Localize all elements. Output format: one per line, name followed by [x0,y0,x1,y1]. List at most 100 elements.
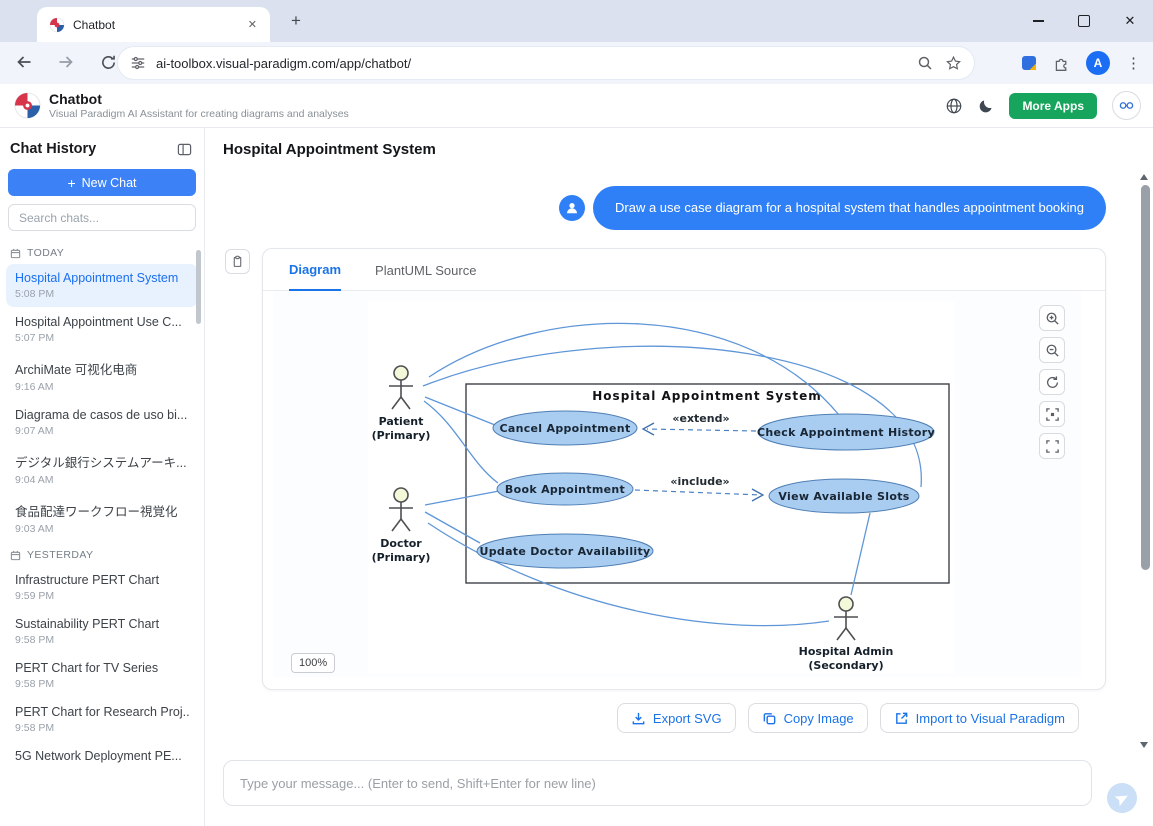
chat-history-item[interactable]: Hospital Appointment System 5:08 PM [6,264,198,307]
window-maximize-button[interactable] [1061,0,1107,42]
fit-to-screen-button[interactable] [1039,401,1065,427]
copy-response-button[interactable] [225,249,250,274]
tab-close-icon[interactable]: ✕ [243,16,262,33]
user-avatar [559,195,585,221]
extensions-puzzle-icon[interactable] [1053,55,1070,72]
include-stereotype: «include» [670,475,729,488]
export-svg-label: Export SVG [653,711,722,726]
section-label: TODAY [27,247,64,259]
fullscreen-icon [1045,439,1060,454]
chat-item-title: Infrastructure PERT Chart [15,573,189,587]
chat-history-item[interactable]: Infrastructure PERT Chart 9:59 PM [6,566,198,609]
chat-item-title: 5G Network Deployment PE... [15,749,189,763]
chat-history-item[interactable]: Hospital Appointment Use C... 5:07 PM [6,308,198,351]
fit-screen-icon [1045,407,1060,422]
actor-role: (Secondary) [808,659,883,672]
chat-item-title: Diagrama de casos de uso bi... [15,408,189,422]
system-boundary-title: Hospital Appointment System [592,389,821,403]
profile-avatar[interactable]: A [1086,51,1110,75]
import-to-visual-paradigm-button[interactable]: Import to Visual Paradigm [880,703,1079,733]
visual-paradigm-logo [14,92,41,119]
actor-name: Doctor [380,537,422,550]
new-chat-button[interactable]: + New Chat [8,169,196,196]
scroll-down-arrow[interactable] [1140,742,1148,748]
tab-favicon-icon [49,17,65,33]
fullscreen-button[interactable] [1039,433,1065,459]
usecase-label: Update Doctor Availability [479,545,650,558]
more-apps-button[interactable]: More Apps [1009,93,1097,119]
zoom-out-button[interactable] [1039,337,1065,363]
reload-icon [100,54,117,71]
chatbot-avatar-button[interactable] [1112,91,1141,120]
language-globe-icon[interactable] [945,97,963,115]
usecase-label: View Available Slots [778,490,909,503]
copy-image-button[interactable]: Copy Image [748,703,868,733]
chat-item-title: PERT Chart for Research Proj... [15,705,189,719]
export-svg-button[interactable]: Export SVG [617,703,736,733]
chat-history-item[interactable]: 食品配達ワークフロー視覚化 9:03 AM [6,494,198,542]
dark-mode-moon-icon[interactable] [978,98,994,114]
reset-view-button[interactable] [1039,369,1065,395]
tab-plantuml-source[interactable]: PlantUML Source [375,263,476,290]
window-minimize-button[interactable] [1015,0,1061,42]
usecase-label: Book Appointment [505,483,625,496]
tab-diagram[interactable]: Diagram [289,262,341,291]
new-tab-button[interactable]: + [284,9,308,33]
chat-item-time: 9:04 AM [15,474,189,486]
chat-history-item[interactable]: Diagrama de casos de uso bi... 9:07 AM [6,401,198,444]
chat-item-title: Hospital Appointment Use C... [15,315,189,329]
app-header: Chatbot Visual Paradigm AI Assistant for… [0,84,1153,128]
zoom-indicator-icon[interactable] [917,55,933,71]
chat-history-item[interactable]: PERT Chart for TV Series 9:58 PM [6,654,198,697]
extension-shortcut-icon[interactable] [1021,55,1037,71]
chat-history-item[interactable]: デジタル銀行システムアーキ... 9:04 AM [6,445,198,493]
chat-item-title: Sustainability PERT Chart [15,617,189,631]
address-bar[interactable]: ai-toolbox.visual-paradigm.com/app/chatb… [118,47,974,79]
forward-button[interactable] [52,48,80,76]
main-area: Hospital Appointment System Draw a use c… [205,128,1153,826]
actor-name: Hospital Admin [799,645,894,658]
browser-tabstrip: Chatbot ✕ + ✕ [0,0,1153,42]
copy-icon [762,711,777,726]
chat-item-title: 食品配達ワークフロー視覚化 [15,501,189,520]
chat-history-item[interactable]: PERT Chart for Research Proj... 9:58 PM [6,698,198,741]
diagram-actions: Export SVG Copy Image Import to Visual P… [617,703,1079,733]
conversation-title: Hospital Appointment System [205,128,1153,170]
collapse-panel-icon[interactable] [177,142,192,157]
message-input[interactable] [224,776,1091,791]
external-link-icon [894,711,909,726]
chat-history-item[interactable]: Sustainability PERT Chart 9:58 PM [6,610,198,653]
chat-history-item[interactable]: 5G Network Deployment PE... [6,742,198,773]
zoom-in-button[interactable] [1039,305,1065,331]
sidebar-title: Chat History [10,141,96,157]
send-button[interactable] [1107,783,1137,813]
message-input-bar [205,752,1153,826]
copy-image-label: Copy Image [784,711,854,726]
paper-plane-icon [1115,791,1130,806]
tab-title: Chatbot [73,18,243,32]
scroll-up-arrow[interactable] [1140,174,1148,180]
back-button[interactable] [10,48,38,76]
chat-item-time: 9:58 PM [15,722,189,734]
forward-icon [57,53,75,71]
bot-glasses-icon [1118,97,1135,114]
actor-role: (Primary) [372,551,431,564]
chat-history-item[interactable]: ArchiMate 可视化电商 9:16 AM [6,352,198,400]
search-chats-input[interactable] [9,211,195,225]
chat-item-time: 9:07 AM [15,425,189,437]
sidebar-scrollbar-thumb[interactable] [196,250,201,324]
diagram-viewport[interactable]: Hospital Appointment System C [273,291,1081,677]
user-icon [565,201,579,215]
browser-tab[interactable]: Chatbot ✕ [37,7,270,42]
chat-item-time: 5:07 PM [15,332,189,344]
chat-scrollbar-thumb[interactable] [1141,185,1150,570]
bookmark-star-icon[interactable] [945,55,962,72]
window-close-button[interactable]: ✕ [1107,0,1153,42]
chat-item-title: ArchiMate 可视化电商 [15,359,189,378]
message-input-box [223,760,1092,806]
site-settings-icon[interactable] [130,55,146,71]
reset-rotate-icon [1045,375,1060,390]
download-icon [631,711,646,726]
zoom-in-icon [1045,311,1060,326]
browser-menu-icon[interactable]: ⋮ [1126,56,1141,71]
